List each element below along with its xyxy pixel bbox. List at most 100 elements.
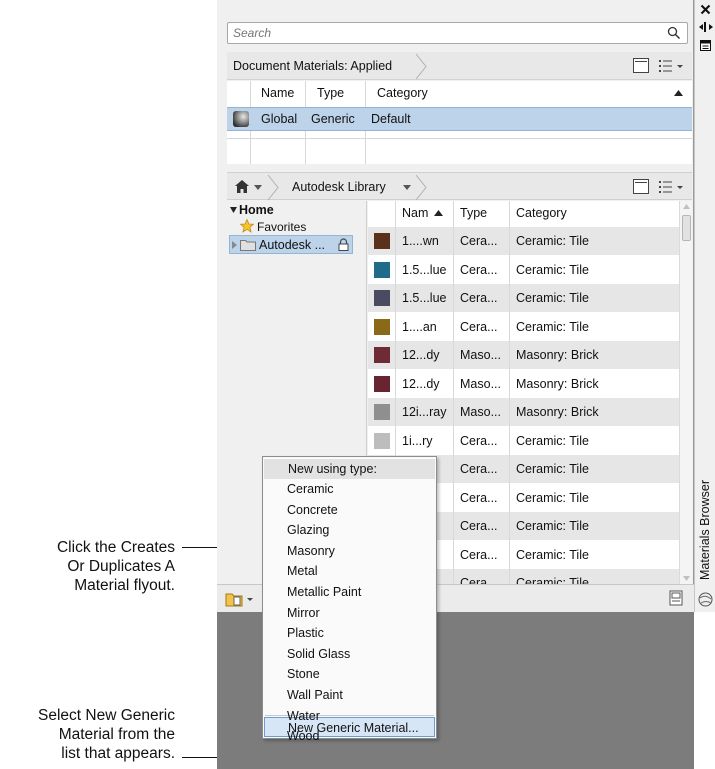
scroll-up-icon[interactable]: [683, 204, 690, 209]
flyout-item-masonry[interactable]: Masonry: [264, 541, 435, 561]
material-swatch-icon: [374, 233, 390, 249]
search-input[interactable]: [228, 23, 658, 43]
view-mode-icon[interactable]: [633, 58, 649, 73]
callout-line-2: Material from the: [58, 726, 175, 743]
cell-type: Cera...: [460, 433, 498, 448]
tree-item-home[interactable]: Home: [239, 203, 274, 217]
cell-name: Global: [261, 112, 298, 126]
folder-icon: [240, 240, 256, 251]
cell-name: 12...dy: [402, 348, 440, 362]
flyout-item-metallic-paint[interactable]: Metallic Paint: [264, 582, 435, 602]
tree-item-favorites[interactable]: Favorites: [257, 220, 306, 234]
chevron-down-icon[interactable]: [254, 185, 262, 190]
document-materials-breadcrumb[interactable]: Document Materials: Applied: [233, 59, 392, 73]
table-row[interactable]: 1.5...lue Cera... Ceramic: Tile: [368, 256, 679, 284]
palette-globe-icon: [698, 592, 713, 607]
table-row[interactable]: 1i...ry Cera... Ceramic: Tile: [368, 427, 679, 455]
cell-name: 1....wn: [402, 234, 439, 248]
flyout-item-plastic[interactable]: Plastic: [264, 623, 435, 643]
column-header-name[interactable]: Name: [255, 81, 300, 105]
material-swatch-icon: [374, 318, 390, 335]
list-options-icon[interactable]: [658, 179, 686, 194]
cell-category: Ceramic: Tile: [516, 262, 589, 277]
flyout-item-water[interactable]: Water: [264, 706, 435, 726]
expand-arrow-icon[interactable]: [230, 207, 237, 213]
column-header-type[interactable]: Type: [454, 201, 493, 225]
list-options-icon[interactable]: [658, 58, 686, 73]
library-breadcrumb[interactable]: Autodesk Library: [292, 180, 386, 194]
column-header-category[interactable]: Category: [510, 201, 573, 225]
view-mode-icon[interactable]: [633, 179, 649, 194]
flyout-item-wall-paint[interactable]: Wall Paint: [264, 685, 435, 705]
properties-icon[interactable]: [700, 40, 711, 51]
sort-ascending-icon: [434, 210, 443, 216]
cell-name: 1.5...lue: [402, 291, 447, 305]
cell-type: Maso...: [460, 348, 501, 362]
cell-category: Masonry: Brick: [516, 376, 599, 391]
cell-type: Cera...: [460, 547, 498, 562]
chevron-down-icon[interactable]: [403, 185, 411, 190]
cell-type: Cera...: [460, 319, 498, 334]
material-swatch-icon: [374, 404, 390, 420]
sort-ascending-icon: [674, 90, 683, 96]
material-editor-icon[interactable]: [669, 590, 683, 606]
cell-category: Ceramic: Tile: [516, 291, 589, 305]
table-row[interactable]: 1.5...lue Cera... Ceramic: Tile: [368, 284, 679, 312]
table-row[interactable]: 12...dy Maso... Masonry: Brick: [368, 370, 679, 398]
flyout-item-solid-glass[interactable]: Solid Glass: [264, 644, 435, 664]
column-header-type[interactable]: Type: [311, 81, 350, 105]
breadcrumb-separator-icon: [415, 53, 427, 80]
cell-category: Masonry: Brick: [516, 405, 599, 419]
cell-type: Cera...: [460, 262, 498, 277]
tree-item-autodesk-label: Autodesk ...: [259, 238, 326, 252]
table-row[interactable]: 1....wn Cera... Ceramic: Tile: [368, 227, 679, 255]
lock-icon: [338, 238, 349, 251]
callout-new-generic: Select New Generic Material from the lis…: [38, 706, 175, 763]
scroll-down-icon[interactable]: [683, 576, 690, 581]
table-row[interactable]: 1....an Cera... Ceramic: Tile: [368, 313, 679, 341]
library-table-header: Nam Type Category: [368, 201, 679, 227]
cell-category: Ceramic: Tile: [516, 576, 589, 584]
cell-category: Masonry: Brick: [516, 348, 599, 362]
table-row[interactable]: 12...dy Maso... Masonry: Brick: [368, 341, 679, 369]
flyout-header: New using type:: [264, 459, 435, 479]
table-row-selected[interactable]: Global Generic Default: [227, 107, 692, 131]
cell-name: 1.5...lue: [402, 262, 447, 277]
auto-hide-icon[interactable]: [699, 22, 713, 32]
cell-type: Cera...: [460, 462, 498, 476]
flyout-item-glazing[interactable]: Glazing: [264, 520, 435, 540]
expand-arrow-icon[interactable]: [232, 241, 237, 249]
flyout-item-wood[interactable]: Wood: [264, 726, 435, 746]
search-box[interactable]: [227, 22, 688, 44]
library-bar: Autodesk Library: [227, 172, 692, 201]
material-swatch-icon: [374, 347, 390, 363]
cell-category: Ceramic: Tile: [516, 319, 589, 334]
cell-type: Cera...: [460, 519, 498, 533]
breadcrumb-separator-icon: [415, 174, 427, 201]
document-materials-table: Name Type Category Global Generic Defaul…: [227, 81, 692, 164]
library-scrollbar[interactable]: [679, 201, 692, 584]
column-header-name[interactable]: Nam: [396, 201, 434, 225]
column-header-category[interactable]: Category: [371, 81, 434, 105]
material-swatch-icon: [374, 375, 390, 392]
material-sphere-icon: [233, 111, 249, 127]
flyout-item-stone[interactable]: Stone: [264, 664, 435, 684]
table-row[interactable]: 12i...ray Maso... Masonry: Brick: [368, 398, 679, 426]
palette-side-strip: Materials Browser: [694, 0, 715, 612]
flyout-item-ceramic[interactable]: Ceramic: [264, 479, 435, 499]
close-icon[interactable]: [700, 4, 711, 15]
create-material-flyout-icon[interactable]: [225, 591, 255, 607]
cell-type: Cera...: [460, 291, 498, 305]
callout-line-2: Or Duplicates A: [67, 558, 175, 575]
home-icon[interactable]: [235, 180, 249, 193]
cell-category: Ceramic: Tile: [516, 234, 589, 248]
search-icon[interactable]: [667, 26, 681, 40]
cell-name: 1....an: [402, 319, 437, 334]
flyout-item-mirror[interactable]: Mirror: [264, 603, 435, 623]
flyout-item-metal[interactable]: Metal: [264, 561, 435, 581]
scrollbar-thumb[interactable]: [682, 215, 691, 241]
tree-item-autodesk-selected[interactable]: Autodesk ...: [229, 235, 353, 254]
callout-line-3: Material flyout.: [74, 577, 175, 594]
cell-type: Maso...: [460, 405, 501, 419]
flyout-item-concrete[interactable]: Concrete: [264, 500, 435, 520]
